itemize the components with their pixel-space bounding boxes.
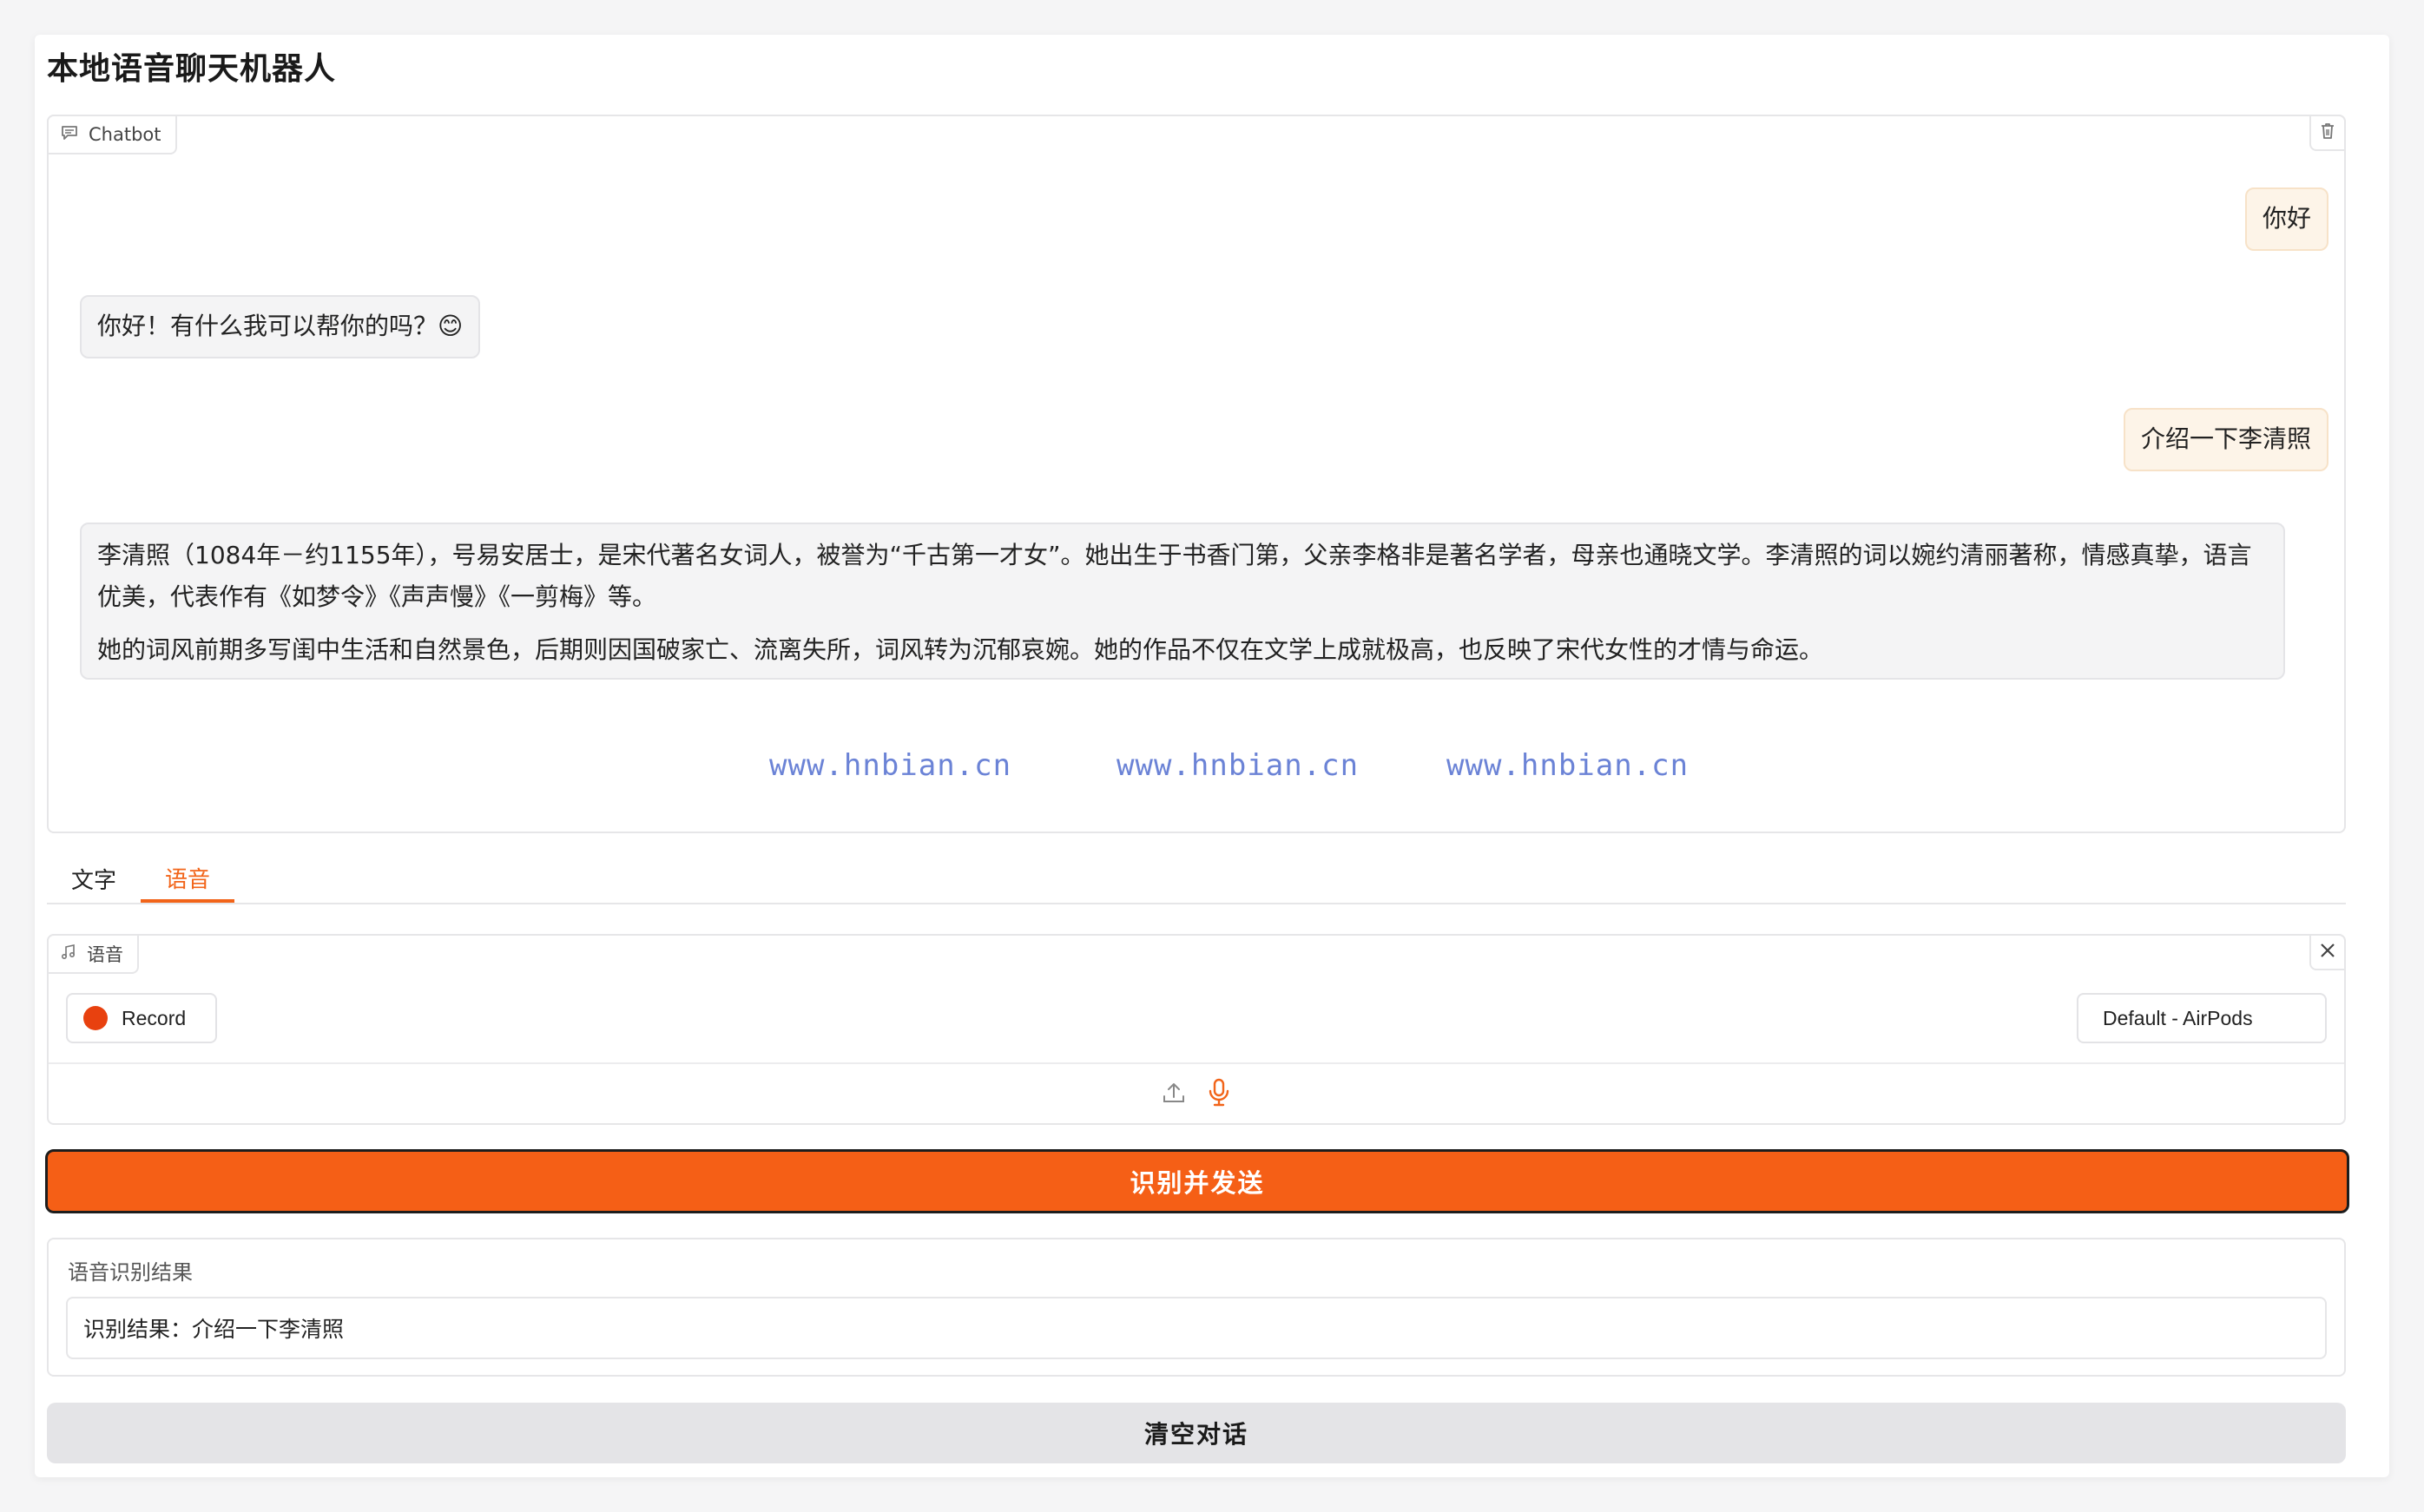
- result-label: 语音识别结果: [68, 1260, 193, 1285]
- message-user: 你好: [2244, 187, 2328, 251]
- result-value: 识别结果：介绍一下李清照: [83, 1317, 345, 1342]
- upload-icon[interactable]: [1161, 1080, 1187, 1109]
- record-button[interactable]: Record: [66, 993, 217, 1043]
- audio-source-selector: [49, 1073, 2344, 1116]
- tab-voice[interactable]: 语音: [141, 856, 235, 903]
- record-label: Record: [122, 1006, 187, 1029]
- clear-conversation-button[interactable]: 清空对话: [47, 1403, 2346, 1463]
- audio-label-text: 语音: [87, 944, 123, 965]
- message-paragraph: 她的词风前期多写闺中生活和自然景色，后期则因国破家亡、流离失所，词风转为沉郁哀婉…: [97, 635, 1824, 665]
- watermark-text: www.hnbian.cn: [1446, 748, 1690, 783]
- watermark-text: www.hnbian.cn: [1116, 748, 1360, 783]
- chatbot-label: Chatbot: [47, 115, 177, 154]
- recognize-send-button[interactable]: 识别并发送: [45, 1149, 2349, 1213]
- trash-icon: [2319, 122, 2336, 144]
- close-icon: [2319, 942, 2336, 963]
- message-user: 介绍一下李清照: [2123, 408, 2328, 471]
- chatbot-panel: Chatbot 你好 你好！有什么我可以帮你的吗？😊 介绍一下李清照 李清照（1…: [47, 115, 2346, 833]
- record-dot-icon: [83, 1006, 108, 1030]
- microphone-device-select[interactable]: Default - AirPods: [2077, 993, 2327, 1043]
- watermark-row: www.hnbian.cn www.hnbian.cn www.hnbian.c…: [49, 748, 2344, 792]
- message-text: 介绍一下李清照: [2140, 424, 2311, 453]
- input-tabs: 文字 语音: [47, 849, 2346, 904]
- audio-label: 语音: [47, 934, 139, 974]
- result-textbox[interactable]: 识别结果：介绍一下李清照: [66, 1297, 2327, 1359]
- device-label: Default - AirPods: [2103, 1006, 2253, 1029]
- message-text: 你好！有什么我可以帮你的吗？😊: [97, 312, 464, 340]
- message-bot: 李清照（1084年－约1155年），号易安居士，是宋代著名女词人，被誉为“千古第…: [80, 523, 2285, 680]
- chat-icon: [61, 124, 78, 145]
- message-bot: 你好！有什么我可以帮你的吗？😊: [80, 295, 481, 358]
- divider: [49, 1062, 2344, 1064]
- audio-input-panel: 语音 Record Default - AirPods: [47, 934, 2346, 1125]
- clear-chat-button[interactable]: [2309, 115, 2346, 151]
- page-title: 本地语音聊天机器人: [47, 51, 337, 87]
- message-paragraph: 李清照（1084年－约1155年），号易安居士，是宋代著名女词人，被誉为“千古第…: [97, 541, 2252, 611]
- watermark-text: www.hnbian.cn: [769, 748, 1012, 783]
- microphone-icon[interactable]: [1206, 1078, 1232, 1111]
- tab-text[interactable]: 文字: [47, 856, 141, 901]
- music-note-icon: [61, 943, 76, 964]
- close-audio-button[interactable]: [2309, 934, 2346, 970]
- recognition-result-panel: 语音识别结果 识别结果：介绍一下李清照: [47, 1238, 2346, 1377]
- message-text: 你好: [2262, 204, 2311, 233]
- chatbot-label-text: Chatbot: [89, 124, 161, 145]
